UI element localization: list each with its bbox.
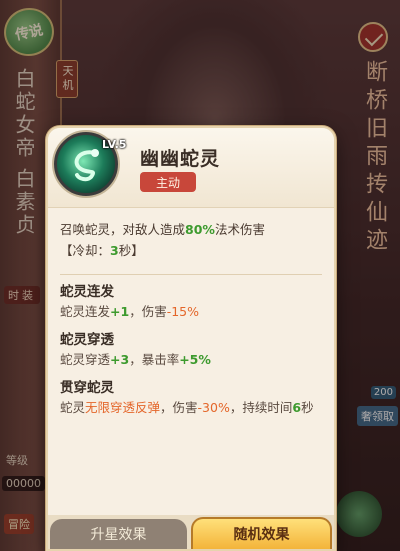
cooldown-value: 3 xyxy=(110,243,119,258)
effect-text-part: 蛇灵连发 xyxy=(60,304,111,319)
skill-type-badge: 主动 xyxy=(140,172,196,192)
effect-description: 蛇灵无限穿透反弹，伤害-30%，持续时间6秒 xyxy=(60,398,322,417)
skill-cooldown: 【冷却：3秒】 xyxy=(60,241,322,260)
description-suffix: 法术伤害 xyxy=(214,222,265,237)
skill-body: 召唤蛇灵，对敌人造成80%法术伤害 【冷却：3秒】 蛇灵连发 蛇灵连发+1，伤害-… xyxy=(48,208,334,417)
skill-level: LV.5 xyxy=(102,138,127,151)
skill-description: 召唤蛇灵，对敌人造成80%法术伤害 xyxy=(60,220,322,239)
skill-popup: LV.5 幽幽蛇灵 主动 召唤蛇灵，对敌人造成80%法术伤害 【冷却：3秒】 蛇… xyxy=(46,126,336,551)
effect-text-part: 蛇灵穿透 xyxy=(60,352,111,367)
effect-text-part: +1 xyxy=(110,304,130,319)
effect-text-part: 无限穿透反弹 xyxy=(85,400,161,415)
effect-list: 蛇灵连发 蛇灵连发+1，伤害-15% 蛇灵穿透 蛇灵穿透+3，暴击率+5% 贯穿蛇灵 蛇灵… xyxy=(60,283,322,417)
tab-random-effects[interactable]: 随机效果 xyxy=(191,517,332,549)
skill-name: 幽幽蛇灵 xyxy=(140,148,221,170)
effect-text-part: +5% xyxy=(179,352,211,367)
effect-title: 蛇灵穿透 xyxy=(60,332,114,348)
effect-description: 蛇灵穿透+3，暴击率+5% xyxy=(60,350,322,369)
effect-text-part: ，暴击率 xyxy=(129,352,180,367)
divider xyxy=(60,274,322,275)
description-prefix: 召唤蛇灵，对敌人造成 xyxy=(60,222,186,237)
cooldown-close: 秒】 xyxy=(118,243,144,258)
effect-title: 贯穿蛇灵 xyxy=(60,380,114,396)
skill-header: LV.5 幽幽蛇灵 主动 xyxy=(48,128,334,208)
effect-item: 蛇灵连发 蛇灵连发+1，伤害-15% xyxy=(60,283,322,321)
effect-text-part: 蛇灵 xyxy=(60,400,86,415)
effect-item: 蛇灵穿透 蛇灵穿透+3，暴击率+5% xyxy=(60,331,322,369)
effect-text-part: 秒 xyxy=(301,400,314,415)
effect-item: 贯穿蛇灵蛇灵无限穿透反弹，伤害-30%，持续时间6秒 xyxy=(60,379,322,417)
effect-text-part: -15% xyxy=(166,304,199,319)
effect-text-part: ，持续时间 xyxy=(229,400,293,415)
effect-text-part: 6 xyxy=(292,400,302,415)
effect-text-part: +3 xyxy=(110,352,130,367)
effect-tabs: 升星效果 随机效果 xyxy=(48,515,334,549)
effect-text-part: ，伤害 xyxy=(160,400,198,415)
effect-text-part: -30% xyxy=(197,400,230,415)
effect-title: 蛇灵连发 xyxy=(60,284,114,300)
tab-star-effects[interactable]: 升星效果 xyxy=(50,519,187,549)
effect-text-part: ，伤害 xyxy=(129,304,167,319)
description-damage: 80% xyxy=(185,222,215,237)
cooldown-open: 【冷却： xyxy=(60,243,111,258)
effect-description: 蛇灵连发+1，伤害-15% xyxy=(60,302,322,321)
